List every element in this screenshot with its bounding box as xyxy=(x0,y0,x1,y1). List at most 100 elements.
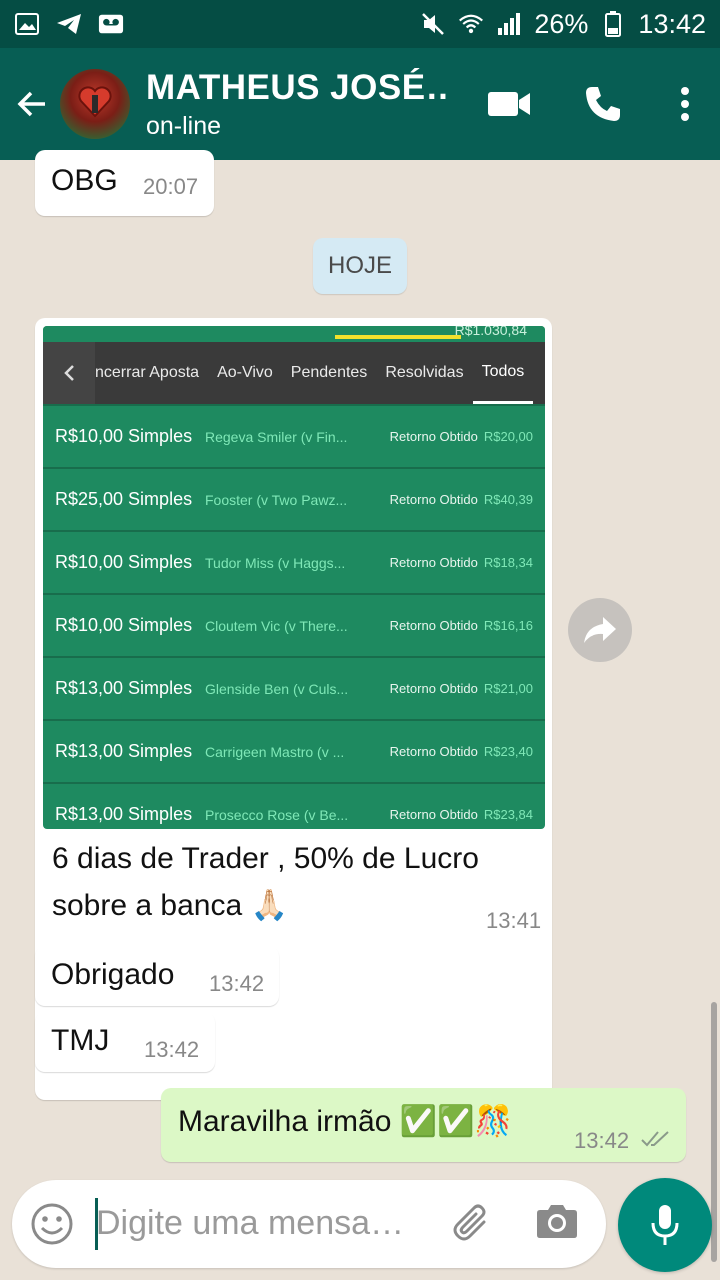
outgoing-message[interactable]: Maravilha irmão ✅✅🎊 13:42 xyxy=(161,1088,686,1162)
bet-amount: R$10,00 Simples xyxy=(55,426,193,446)
bet-row: R$13,00 Simples Prosecco Rose (v Be... R… xyxy=(43,782,545,829)
tab-all: Todos xyxy=(472,342,534,404)
bet-row: R$10,00 Simples Tudor Miss (v Haggs... R… xyxy=(43,530,545,593)
incoming-message[interactable]: Obrigado 13:42 xyxy=(35,946,279,1006)
camera-button[interactable] xyxy=(536,1202,582,1248)
message-text: OBG xyxy=(51,164,118,197)
battery-icon xyxy=(600,11,626,37)
bet-return-label: Retorno Obtido xyxy=(389,618,478,633)
arrow-left-icon xyxy=(17,91,45,117)
kebab-menu-icon xyxy=(681,87,689,121)
bet-return-value: R$21,00 xyxy=(483,681,533,696)
microphone-icon xyxy=(651,1205,679,1245)
bet-return-value: R$20,00 xyxy=(483,429,533,444)
bet-return-label: Retorno Obtido xyxy=(389,429,478,444)
bet-selection: Glenside Ben (v Culs... xyxy=(205,680,349,697)
bet-return-label: Retorno Obtido xyxy=(389,807,478,822)
bet-return-label: Retorno Obtido xyxy=(389,744,478,759)
forward-icon xyxy=(584,617,616,643)
message-text: TMJ xyxy=(51,1024,110,1057)
avatar[interactable] xyxy=(60,69,130,139)
bet-return-label: Retorno Obtido xyxy=(389,492,478,507)
bet-selection: Cloutem Vic (v There... xyxy=(205,617,348,634)
bet-tabs: ncerrar Aposta Ao-Vivo Pendentes Resolvi… xyxy=(43,342,545,404)
bet-row: R$25,00 Simples Fooster (v Two Pawz... R… xyxy=(43,467,545,530)
bet-return-value: R$18,34 xyxy=(483,555,533,570)
bet-row: R$10,00 Simples Regeva Smiler (v Fin... … xyxy=(43,404,545,467)
bet-return-value: R$16,16 xyxy=(483,618,533,633)
bet-return-label: Retorno Obtido xyxy=(389,555,478,570)
mute-icon xyxy=(420,11,446,37)
bet-amount: R$13,00 Simples xyxy=(55,741,193,761)
message-text: Obrigado xyxy=(51,958,175,991)
message-composer[interactable]: Digite uma mensa… xyxy=(12,1180,606,1268)
bet-row: R$10,00 Simples Cloutem Vic (v There... … xyxy=(43,593,545,656)
emoji-button[interactable] xyxy=(30,1202,74,1246)
phone-icon xyxy=(586,87,620,121)
message-time: 13:41 xyxy=(486,908,542,933)
bet-row: R$13,00 Simples Glenside Ben (v Culs... … xyxy=(43,656,545,719)
video-camera-icon xyxy=(488,92,530,116)
smiley-icon xyxy=(31,1203,73,1245)
gallery-notification-icon xyxy=(14,11,40,37)
bet-selection: Tudor Miss (v Haggs... xyxy=(205,554,346,571)
date-separator: HOJE xyxy=(313,238,407,294)
incoming-message[interactable]: TMJ 13:42 xyxy=(35,1012,215,1072)
tab-pending: Pendentes xyxy=(290,364,368,381)
tab-live: Ao-Vivo xyxy=(217,364,273,381)
bet-return-value: R$40,39 xyxy=(483,492,533,507)
bet-list: R$10,00 Simples Regeva Smiler (v Fin... … xyxy=(43,404,545,829)
bet-screenshot-image[interactable]: R$1.030,84 ncerrar Aposta Ao-Vivo Penden… xyxy=(43,326,545,829)
bet-amount: R$13,00 Simples xyxy=(55,804,193,824)
wifi-icon xyxy=(458,11,484,37)
message-text: Maravilha irmão ✅✅🎊 xyxy=(178,1105,512,1138)
double-check-icon xyxy=(641,1131,669,1147)
tab-cashout: ncerrar Aposta xyxy=(95,364,200,381)
message-time: 13:42 xyxy=(144,1037,200,1062)
voicemail-notification-icon xyxy=(98,11,124,37)
forward-button[interactable] xyxy=(568,598,632,662)
bet-return-value: R$23,84 xyxy=(483,807,533,822)
video-call-button[interactable] xyxy=(462,64,556,144)
contact-info[interactable]: MATHEUS JOSÉ… on-line xyxy=(146,68,446,141)
heart-icon xyxy=(78,86,112,118)
bet-amount: R$10,00 Simples xyxy=(55,615,193,635)
image-caption-line2: sobre a banca 🙏🏻 xyxy=(52,889,288,922)
message-input[interactable]: Digite uma mensa… xyxy=(96,1204,426,1243)
yellow-accent-bar xyxy=(335,335,461,339)
bet-selection: Prosecco Rose (v Be... xyxy=(205,806,349,823)
back-button[interactable] xyxy=(4,48,60,160)
message-time: 13:42 xyxy=(209,971,265,996)
image-caption-line1: 6 dias de Trader , 50% de Lucro xyxy=(52,842,479,875)
voice-record-button[interactable] xyxy=(618,1178,712,1272)
attach-button[interactable] xyxy=(450,1202,496,1248)
bet-selection: Fooster (v Two Pawz... xyxy=(205,491,348,508)
tab-resolved: Resolvidas xyxy=(385,364,464,381)
chat-header: MATHEUS JOSÉ… on-line xyxy=(0,48,720,160)
balance-text: R$1.030,84 xyxy=(454,326,527,338)
chevron-left-icon xyxy=(43,342,95,404)
camera-icon xyxy=(537,1205,577,1238)
voice-call-button[interactable] xyxy=(556,64,650,144)
telegram-notification-icon xyxy=(56,11,82,37)
more-options-button[interactable] xyxy=(650,64,720,144)
clock: 13:42 xyxy=(638,8,706,39)
message-time: 13:42 xyxy=(574,1128,630,1153)
bet-return-label: Retorno Obtido xyxy=(389,681,478,696)
chat-area[interactable]: OBG 20:07 HOJE R$1.030,84 ncerrar Aposta… xyxy=(0,150,720,1262)
status-bar: 26% 13:42 xyxy=(0,0,720,48)
bet-row: R$13,00 Simples Carrigeen Mastro (v ... … xyxy=(43,719,545,782)
contact-status: on-line xyxy=(146,111,222,140)
bet-amount: R$25,00 Simples xyxy=(55,489,193,509)
bet-return-value: R$23,40 xyxy=(483,744,533,759)
bet-selection: Carrigeen Mastro (v ... xyxy=(205,743,345,760)
bet-amount: R$10,00 Simples xyxy=(55,552,193,572)
battery-percent: 26% xyxy=(534,8,589,39)
message-time: 20:07 xyxy=(143,174,199,199)
paperclip-icon xyxy=(453,1204,486,1241)
bet-selection: Regeva Smiler (v Fin... xyxy=(205,428,348,445)
incoming-message[interactable]: OBG 20:07 xyxy=(35,150,214,216)
signal-icon xyxy=(496,11,522,37)
contact-name: MATHEUS JOSÉ… xyxy=(146,67,446,107)
bet-amount: R$13,00 Simples xyxy=(55,678,193,698)
